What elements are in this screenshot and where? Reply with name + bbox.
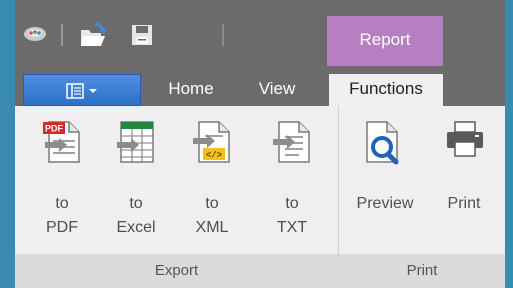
print-preview-button[interactable]: Preview (345, 106, 425, 254)
open-folder-icon[interactable] (79, 22, 107, 48)
tab-view-label: View (258, 79, 296, 98)
ribbon-panel: PDF to PDF to Excel </> to XML to TXT Pr… (15, 106, 505, 288)
excel-export-icon (117, 121, 154, 163)
menu-layout-icon (66, 83, 97, 99)
svg-text:</>: </> (206, 151, 222, 161)
printer-icon (447, 121, 483, 157)
export-xml-button[interactable]: </> to XML (179, 106, 245, 254)
export-group-label: Export (154, 262, 199, 279)
pdf-export-icon: PDF (43, 121, 80, 163)
app-logo-icon[interactable] (23, 24, 49, 44)
qat-separator (222, 24, 224, 46)
export-pdf-button[interactable]: PDF to PDF (29, 106, 95, 254)
application-window: Report Home View Functions PDF to PDF to… (15, 0, 505, 288)
quick-access-toolbar (15, 0, 335, 66)
print-label: Print (447, 195, 481, 212)
txt-export-icon (273, 121, 310, 163)
xml-export-icon: </> (193, 121, 230, 163)
tab-functions-label: Functions (349, 79, 423, 98)
print-button[interactable]: Print (433, 106, 495, 254)
export-xml-label: to XML (195, 195, 229, 236)
contextual-tab-report[interactable]: Report (327, 16, 443, 66)
save-icon[interactable] (131, 24, 153, 46)
tab-view[interactable]: View (247, 74, 307, 106)
print-group-label: Print (406, 262, 438, 279)
application-menu-button[interactable] (23, 74, 141, 106)
export-pdf-label: to PDF (46, 195, 78, 236)
group-label-bar: Export Print (15, 254, 505, 288)
print-preview-label: Preview (356, 195, 414, 212)
svg-text:PDF: PDF (45, 124, 64, 134)
export-txt-button[interactable]: to TXT (259, 106, 325, 254)
export-txt-label: to TXT (276, 195, 308, 236)
tab-functions[interactable]: Functions (329, 74, 443, 108)
tab-home-label: Home (168, 79, 214, 98)
qat-separator (61, 24, 63, 46)
export-excel-button[interactable]: to Excel (103, 106, 169, 254)
tab-home[interactable]: Home (155, 74, 227, 106)
print-preview-icon (366, 121, 399, 165)
contextual-tab-label: Report (359, 30, 411, 49)
title-bar: Report (15, 0, 505, 66)
export-excel-label: to Excel (116, 195, 156, 236)
ribbon-tab-row: Home View Functions (15, 66, 505, 108)
